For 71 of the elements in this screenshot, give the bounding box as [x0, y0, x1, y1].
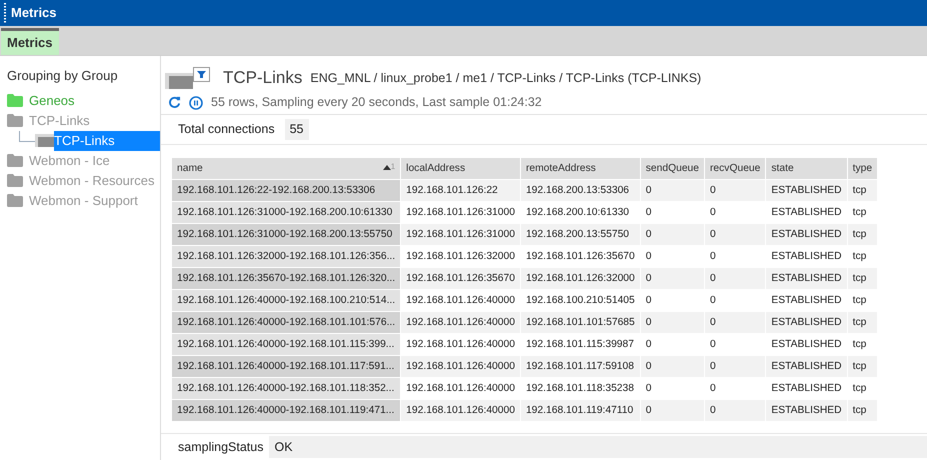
- column-header[interactable]: recvQueue: [705, 158, 766, 179]
- sidebar-title: Grouping by Group: [7, 67, 119, 85]
- table-cell: ESTABLISHED: [766, 180, 847, 201]
- table-cell: 0: [705, 180, 766, 201]
- table-cell: 0: [640, 312, 704, 333]
- tree-connector: [19, 130, 35, 142]
- table-cell: tcp: [848, 400, 878, 421]
- column-header[interactable]: remoteAddress: [520, 158, 640, 179]
- table-cell: tcp: [848, 268, 878, 289]
- table-cell: 192.168.101.117:59108: [520, 356, 640, 377]
- footer-label: samplingStatus: [178, 438, 264, 456]
- table-cell: 192.168.101.126:40000-192.168.101.101:576...: [172, 312, 400, 333]
- table-cell: 0: [705, 268, 766, 289]
- headline-value: 55: [284, 119, 308, 140]
- table-cell: 192.168.101.126:40000-192.168.100.210:514...: [172, 290, 400, 311]
- table-cell: 192.168.101.126:32000: [520, 268, 640, 289]
- table-cell: 192.168.101.126:22-192.168.200.13:53306: [172, 180, 400, 201]
- table-cell: 192.168.101.126:40000-192.168.101.117:591...: [172, 356, 400, 377]
- table-cell: ESTABLISHED: [766, 268, 847, 289]
- column-header[interactable]: sendQueue: [640, 158, 704, 179]
- table-cell: ESTABLISHED: [766, 312, 847, 333]
- table-cell: 192.168.101.126:40000: [401, 312, 520, 333]
- table-cell: 192.168.101.119:47110: [520, 400, 640, 421]
- window-icon: [35, 134, 54, 147]
- table-cell: 192.168.101.126:32000-192.168.101.126:356...: [172, 246, 400, 267]
- table-cell: 0: [705, 356, 766, 377]
- table-cell: 192.168.101.126:35670-192.168.101.126:320...: [172, 268, 400, 289]
- column-header[interactable]: localAddress: [401, 158, 520, 179]
- pause-icon[interactable]: [189, 96, 203, 110]
- grip-icon: [4, 3, 7, 23]
- table-cell: 0: [640, 400, 704, 421]
- view-title: TCP-Links: [223, 67, 302, 90]
- table-cell: 192.168.101.101:57685: [520, 312, 640, 333]
- table-cell: ESTABLISHED: [766, 356, 847, 377]
- table-cell: 192.168.101.126:22: [401, 180, 520, 201]
- table-cell: tcp: [848, 180, 878, 201]
- table-cell: 192.168.101.126:40000-192.168.101.119:471...: [172, 400, 400, 421]
- table-cell: 192.168.101.126:31000-192.168.200.13:55750: [172, 224, 400, 245]
- status-text: 55 rows, Sampling every 20 seconds, Last sample 01:24:32: [211, 94, 542, 112]
- table-cell: 192.168.101.126:40000-192.168.101.118:352...: [172, 378, 400, 399]
- column-header[interactable]: state: [766, 158, 847, 179]
- table-cell: 0: [640, 224, 704, 245]
- tab[interactable]: Metrics: [1, 28, 59, 55]
- refresh-icon[interactable]: [168, 96, 181, 109]
- table-cell: ESTABLISHED: [766, 224, 847, 245]
- table-cell: 0: [640, 268, 704, 289]
- column-header[interactable]: type: [848, 158, 878, 179]
- headline-label: Total connections: [178, 121, 275, 138]
- table-cell: tcp: [848, 356, 878, 377]
- table-cell: 0: [640, 180, 704, 201]
- table-cell: 0: [705, 312, 766, 333]
- breadcrumb: ENG_MNL / linux_probe1 / me1 / TCP-Links / TCP-Links (TCP-LINKS): [310, 70, 702, 87]
- column-header[interactable]: name 1: [172, 158, 400, 179]
- table-cell: tcp: [848, 312, 878, 333]
- table-cell: 192.168.101.126:35670: [401, 268, 520, 289]
- table-cell: 192.168.200.13:55750: [520, 224, 640, 245]
- table-cell: 192.168.101.126:40000: [401, 356, 520, 377]
- table-cell: 192.168.101.126:40000-192.168.101.115:399...: [172, 334, 400, 355]
- table-cell: 192.168.101.126:40000: [401, 400, 520, 421]
- table-cell: 0: [705, 400, 766, 421]
- window-title: Metrics: [11, 4, 57, 22]
- table-cell: 192.168.101.126:31000-192.168.200.10:61330: [172, 202, 400, 223]
- table-cell: 192.168.101.126:31000: [401, 224, 520, 245]
- tree-item[interactable]: TCP-Links: [54, 130, 160, 150]
- table-cell: 192.168.200.13:53306: [520, 180, 640, 201]
- table-cell: ESTABLISHED: [766, 400, 847, 421]
- table-cell: 0: [640, 356, 704, 377]
- footer-value: OK: [269, 436, 927, 458]
- sort-up-icon: [382, 164, 391, 170]
- table-cell: tcp: [848, 224, 878, 245]
- table-cell: 0: [705, 224, 766, 245]
